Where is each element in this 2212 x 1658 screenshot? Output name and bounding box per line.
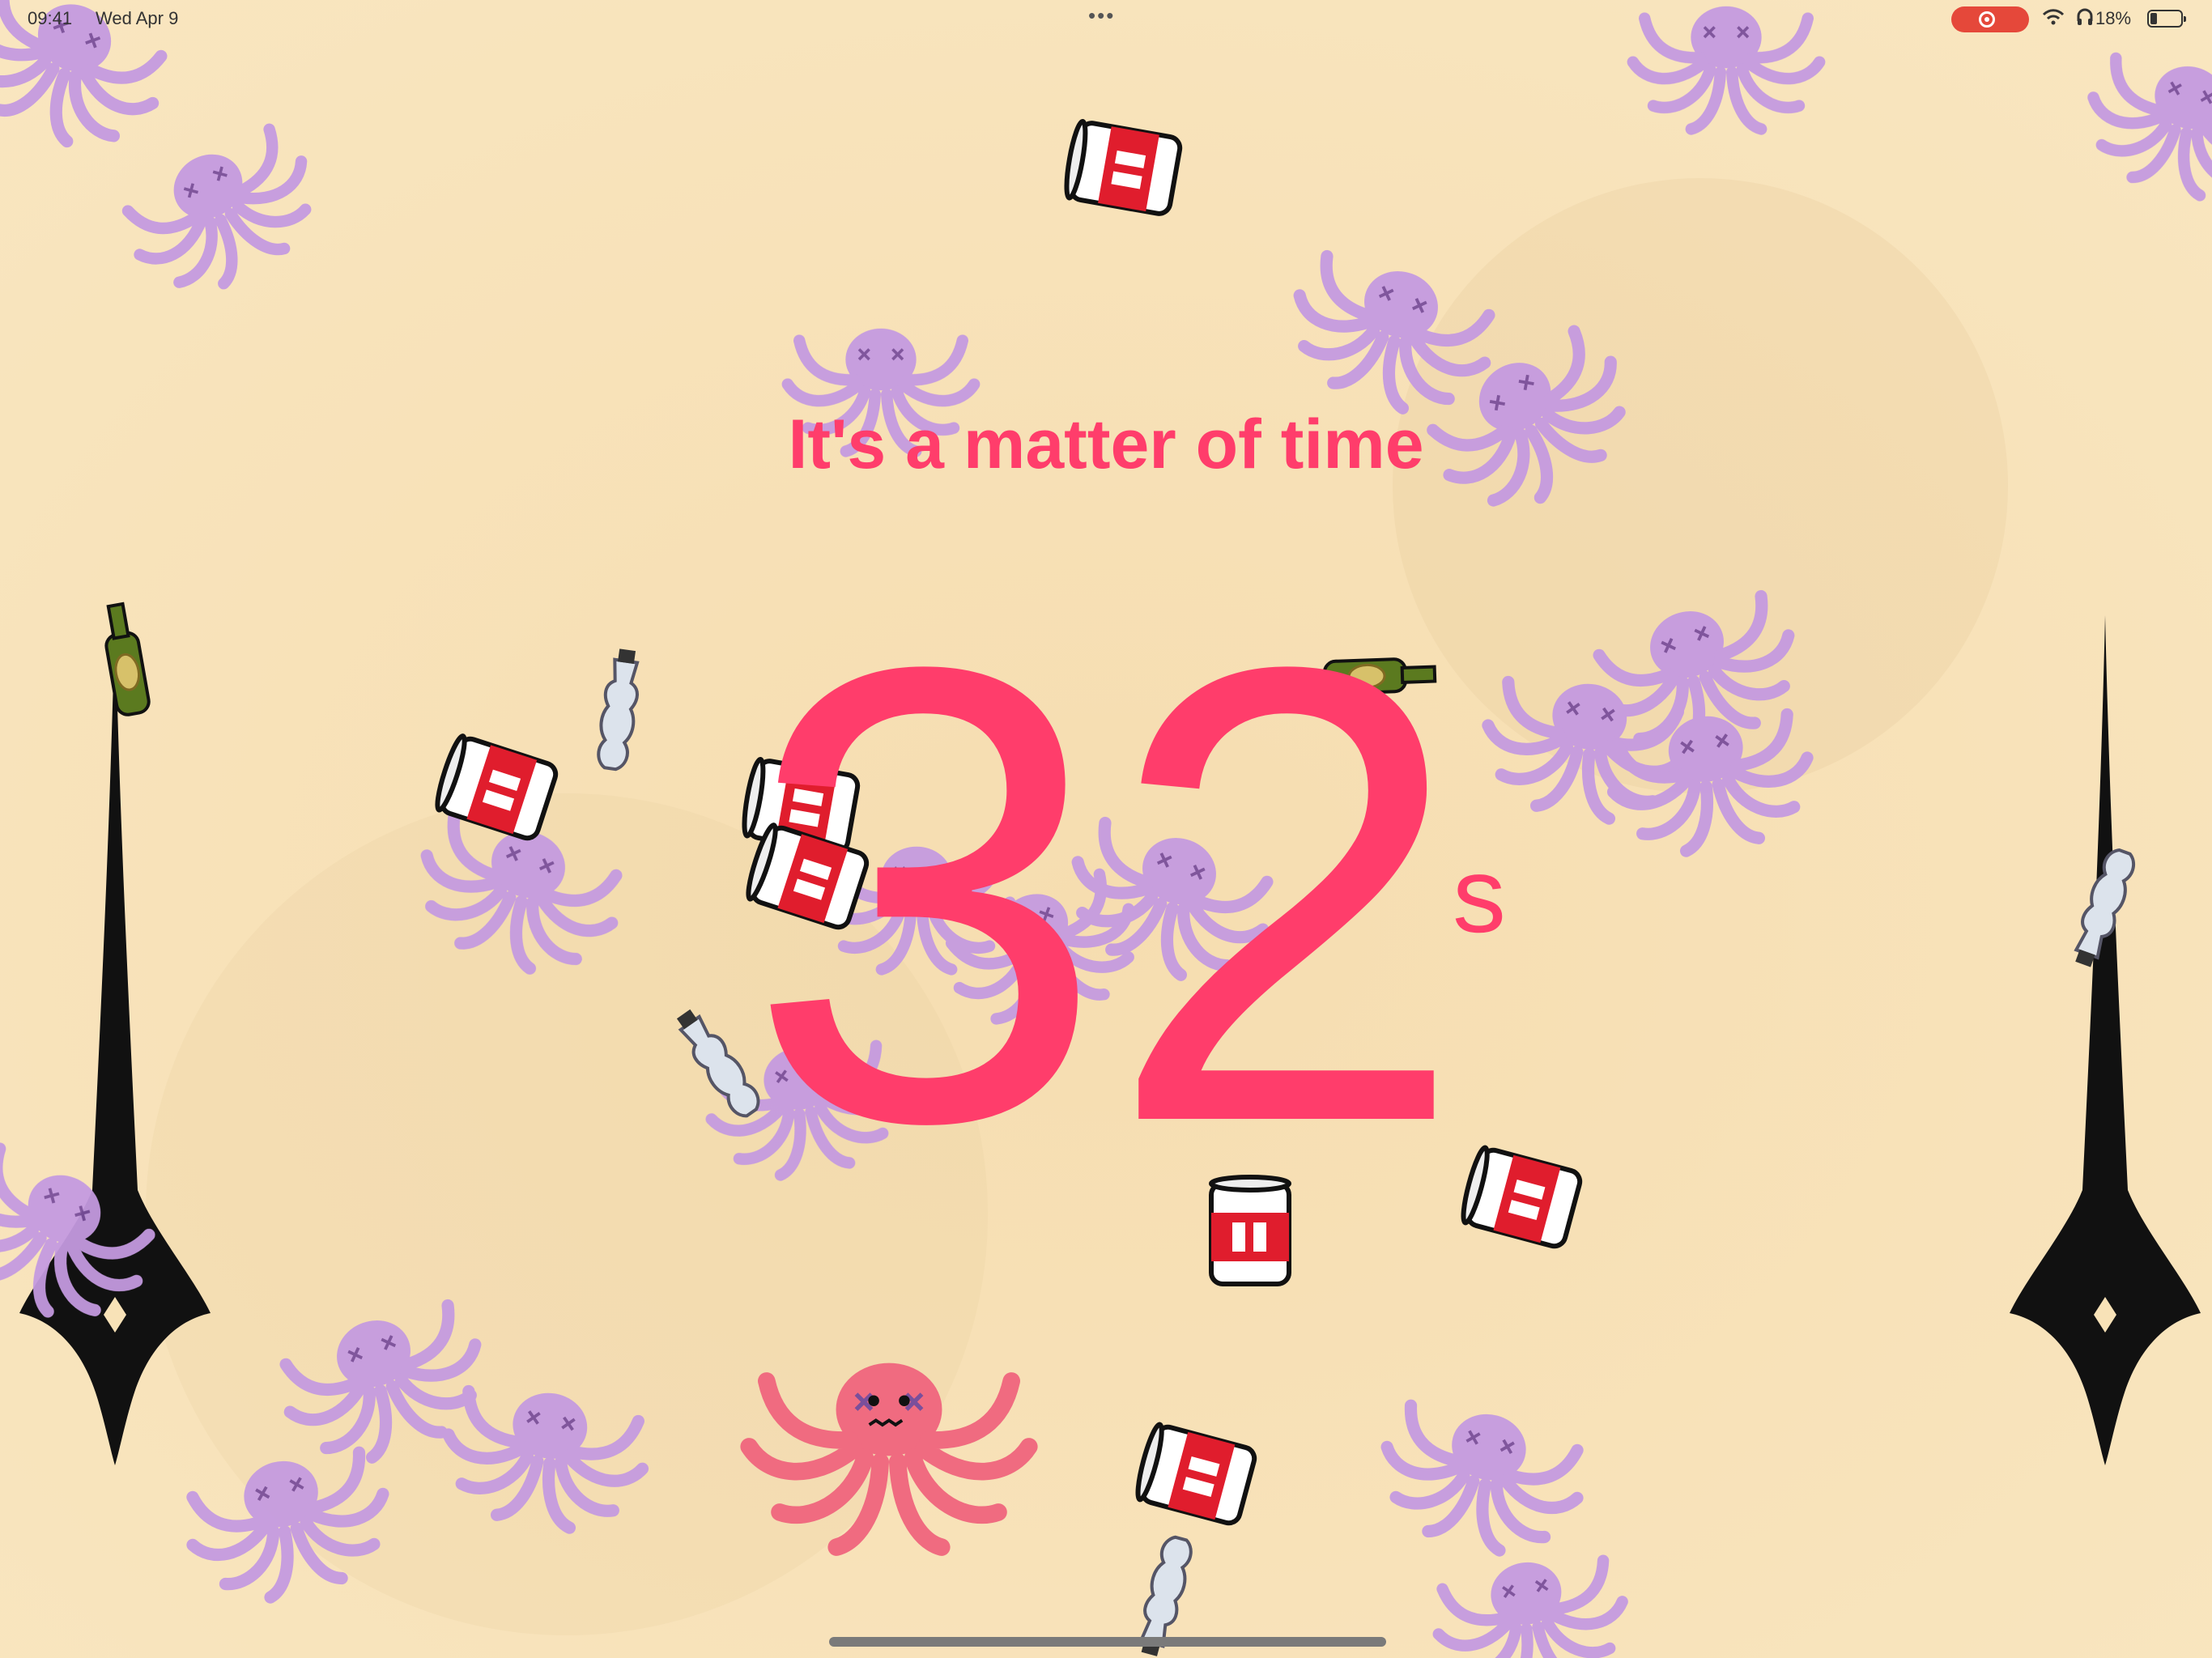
status-time: 09:41 (28, 8, 73, 28)
multitask-dots-icon[interactable]: ••• (1088, 3, 1115, 28)
game-title: It's a matter of time (788, 406, 1424, 483)
can-icon (1063, 121, 1182, 215)
countdown-unit: s (1453, 835, 1506, 954)
battery-icon (2147, 10, 2186, 28)
wifi-icon (2042, 9, 2065, 25)
status-bar: 09:41 Wed Apr 9 ••• 18% (0, 0, 2212, 39)
battery-percent: 18% (2095, 8, 2132, 28)
screen-recording-indicator[interactable] (1951, 6, 2029, 32)
screen-recording-icon (1979, 11, 1995, 28)
headphones-icon (2077, 8, 2093, 25)
home-indicator[interactable] (829, 1637, 1386, 1647)
countdown-value: 32 (746, 533, 1466, 1256)
status-date: Wed Apr 9 (96, 8, 179, 28)
